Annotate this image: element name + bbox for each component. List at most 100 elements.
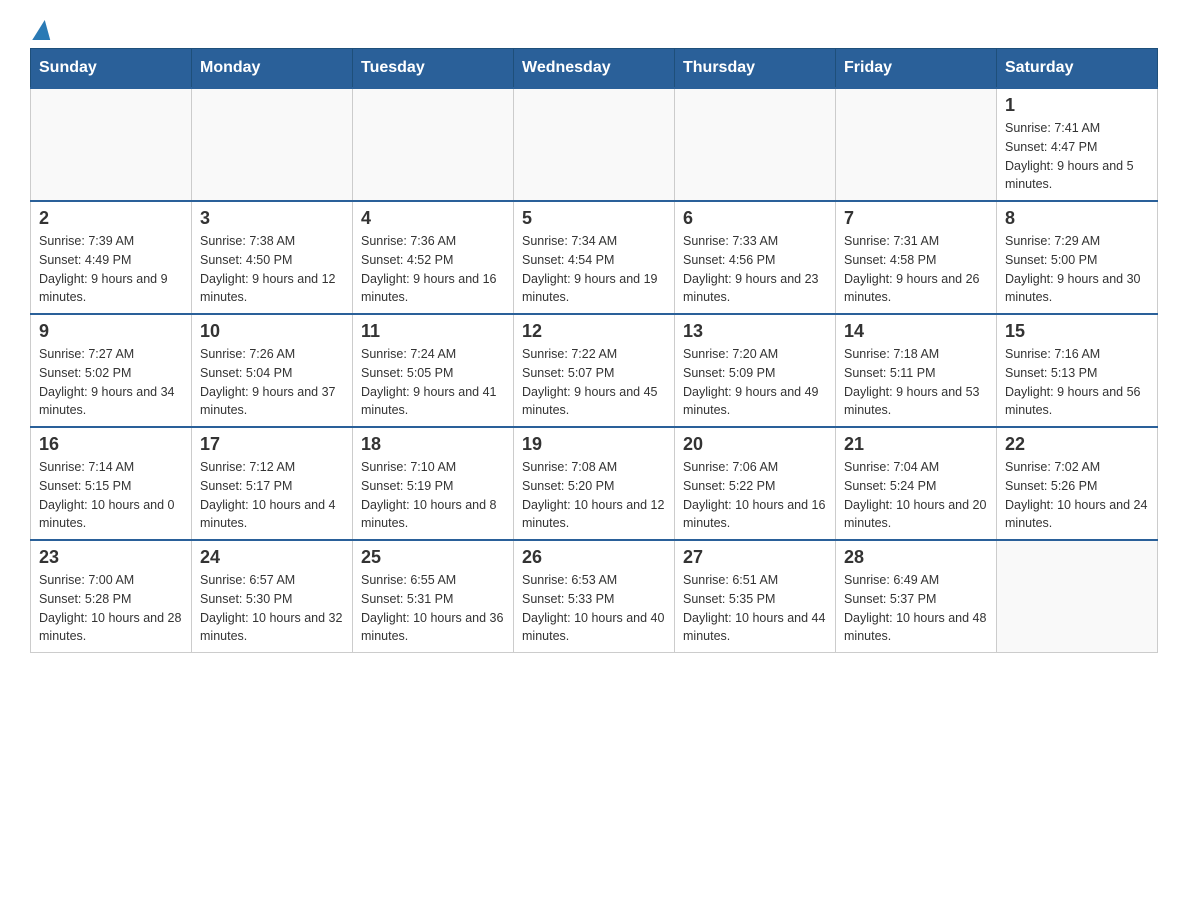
day-info: Sunrise: 6:55 AMSunset: 5:31 PMDaylight:… [361,571,505,646]
calendar-cell [31,88,192,201]
calendar-cell [997,540,1158,653]
day-number: 19 [522,434,666,455]
day-number: 11 [361,321,505,342]
day-number: 4 [361,208,505,229]
day-number: 22 [1005,434,1149,455]
day-number: 2 [39,208,183,229]
calendar-cell: 18 Sunrise: 7:10 AMSunset: 5:19 PMDayligh… [353,427,514,540]
header-thursday: Thursday [675,49,836,89]
day-info: Sunrise: 6:53 AMSunset: 5:33 PMDaylight:… [522,571,666,646]
day-number: 21 [844,434,988,455]
calendar-cell: 28 Sunrise: 6:49 AMSunset: 5:37 PMDayligh… [836,540,997,653]
day-info: Sunrise: 7:10 AMSunset: 5:19 PMDaylight:… [361,458,505,533]
logo-line1 [30,20,52,44]
calendar-cell [514,88,675,201]
header-monday: Monday [192,49,353,89]
day-info: Sunrise: 7:00 AMSunset: 5:28 PMDaylight:… [39,571,183,646]
week-row-1: 1 Sunrise: 7:41 AMSunset: 4:47 PMDaylight… [31,88,1158,201]
calendar-cell: 26 Sunrise: 6:53 AMSunset: 5:33 PMDayligh… [514,540,675,653]
day-number: 17 [200,434,344,455]
day-info: Sunrise: 7:22 AMSunset: 5:07 PMDaylight:… [522,345,666,420]
day-number: 24 [200,547,344,568]
day-number: 5 [522,208,666,229]
calendar-cell: 6Sunrise: 7:33 AMSunset: 4:56 PMDaylight… [675,201,836,314]
day-info: Sunrise: 7:04 AMSunset: 5:24 PMDaylight:… [844,458,988,533]
day-number: 3 [200,208,344,229]
day-number: 15 [1005,321,1149,342]
day-number: 7 [844,208,988,229]
day-number: 16 [39,434,183,455]
day-number: 12 [522,321,666,342]
day-info: Sunrise: 7:29 AMSunset: 5:00 PMDaylight:… [1005,232,1149,307]
week-row-3: 9 Sunrise: 7:27 AMSunset: 5:02 PMDaylight… [31,314,1158,427]
week-row-4: 16 Sunrise: 7:14 AMSunset: 5:15 PMDayligh… [31,427,1158,540]
calendar-cell: 9 Sunrise: 7:27 AMSunset: 5:02 PMDaylight… [31,314,192,427]
calendar-cell: 12 Sunrise: 7:22 AMSunset: 5:07 PMDayligh… [514,314,675,427]
calendar-cell: 27Sunrise: 6:51 AMSunset: 5:35 PMDayligh… [675,540,836,653]
day-number: 14 [844,321,988,342]
day-info: Sunrise: 7:06 AMSunset: 5:22 PMDaylight:… [683,458,827,533]
page-header [30,20,1158,38]
calendar-cell [836,88,997,201]
day-number: 1 [1005,95,1149,116]
day-number: 20 [683,434,827,455]
calendar-cell: 3 Sunrise: 7:38 AMSunset: 4:50 PMDaylight… [192,201,353,314]
day-info: Sunrise: 7:18 AMSunset: 5:11 PMDaylight:… [844,345,988,420]
weekday-header-row: Sunday Monday Tuesday Wednesday Thursday… [31,49,1158,89]
calendar-cell: 10Sunrise: 7:26 AMSunset: 5:04 PMDayligh… [192,314,353,427]
day-info: Sunrise: 7:02 AMSunset: 5:26 PMDaylight:… [1005,458,1149,533]
calendar-cell [353,88,514,201]
day-info: Sunrise: 6:51 AMSunset: 5:35 PMDaylight:… [683,571,827,646]
header-tuesday: Tuesday [353,49,514,89]
calendar-cell: 23 Sunrise: 7:00 AMSunset: 5:28 PMDayligh… [31,540,192,653]
calendar-cell [675,88,836,201]
day-number: 9 [39,321,183,342]
day-number: 13 [683,321,827,342]
day-number: 25 [361,547,505,568]
logo [30,20,52,38]
day-number: 8 [1005,208,1149,229]
calendar-cell [192,88,353,201]
calendar-cell: 17 Sunrise: 7:12 AMSunset: 5:17 PMDayligh… [192,427,353,540]
day-info: Sunrise: 7:14 AMSunset: 5:15 PMDaylight:… [39,458,183,533]
calendar-cell: 20 Sunrise: 7:06 AMSunset: 5:22 PMDayligh… [675,427,836,540]
calendar-cell: 7 Sunrise: 7:31 AMSunset: 4:58 PMDaylight… [836,201,997,314]
calendar-cell: 13 Sunrise: 7:20 AMSunset: 5:09 PMDayligh… [675,314,836,427]
calendar-cell: 4 Sunrise: 7:36 AMSunset: 4:52 PMDaylight… [353,201,514,314]
header-friday: Friday [836,49,997,89]
day-info: Sunrise: 7:39 AMSunset: 4:49 PMDaylight:… [39,232,183,307]
calendar-cell: 5 Sunrise: 7:34 AMSunset: 4:54 PMDaylight… [514,201,675,314]
calendar-cell: 14 Sunrise: 7:18 AMSunset: 5:11 PMDayligh… [836,314,997,427]
day-number: 28 [844,547,988,568]
day-info: Sunrise: 7:16 AMSunset: 5:13 PMDaylight:… [1005,345,1149,420]
calendar-cell: 11Sunrise: 7:24 AMSunset: 5:05 PMDayligh… [353,314,514,427]
day-number: 26 [522,547,666,568]
day-info: Sunrise: 7:31 AMSunset: 4:58 PMDaylight:… [844,232,988,307]
day-info: Sunrise: 7:12 AMSunset: 5:17 PMDaylight:… [200,458,344,533]
day-info: Sunrise: 7:33 AMSunset: 4:56 PMDaylight:… [683,232,827,307]
day-info: Sunrise: 7:27 AMSunset: 5:02 PMDaylight:… [39,345,183,420]
day-info: Sunrise: 7:34 AMSunset: 4:54 PMDaylight:… [522,232,666,307]
day-info: Sunrise: 6:57 AMSunset: 5:30 PMDaylight:… [200,571,344,646]
logo-triangle-icon [32,20,54,40]
calendar-cell: 22 Sunrise: 7:02 AMSunset: 5:26 PMDayligh… [997,427,1158,540]
day-info: Sunrise: 6:49 AMSunset: 5:37 PMDaylight:… [844,571,988,646]
day-info: Sunrise: 7:20 AMSunset: 5:09 PMDaylight:… [683,345,827,420]
week-row-2: 2 Sunrise: 7:39 AMSunset: 4:49 PMDaylight… [31,201,1158,314]
day-info: Sunrise: 7:38 AMSunset: 4:50 PMDaylight:… [200,232,344,307]
calendar-cell: 25 Sunrise: 6:55 AMSunset: 5:31 PMDayligh… [353,540,514,653]
day-number: 18 [361,434,505,455]
calendar-cell: 16 Sunrise: 7:14 AMSunset: 5:15 PMDayligh… [31,427,192,540]
calendar-cell: 15 Sunrise: 7:16 AMSunset: 5:13 PMDayligh… [997,314,1158,427]
header-saturday: Saturday [997,49,1158,89]
day-info: Sunrise: 7:08 AMSunset: 5:20 PMDaylight:… [522,458,666,533]
day-number: 23 [39,547,183,568]
calendar-cell: 21 Sunrise: 7:04 AMSunset: 5:24 PMDayligh… [836,427,997,540]
week-row-5: 23 Sunrise: 7:00 AMSunset: 5:28 PMDayligh… [31,540,1158,653]
calendar-table: Sunday Monday Tuesday Wednesday Thursday… [30,48,1158,653]
calendar-cell: 1 Sunrise: 7:41 AMSunset: 4:47 PMDaylight… [997,88,1158,201]
calendar-cell: 24 Sunrise: 6:57 AMSunset: 5:30 PMDayligh… [192,540,353,653]
day-info: Sunrise: 7:36 AMSunset: 4:52 PMDaylight:… [361,232,505,307]
header-wednesday: Wednesday [514,49,675,89]
day-info: Sunrise: 7:41 AMSunset: 4:47 PMDaylight:… [1005,119,1149,194]
